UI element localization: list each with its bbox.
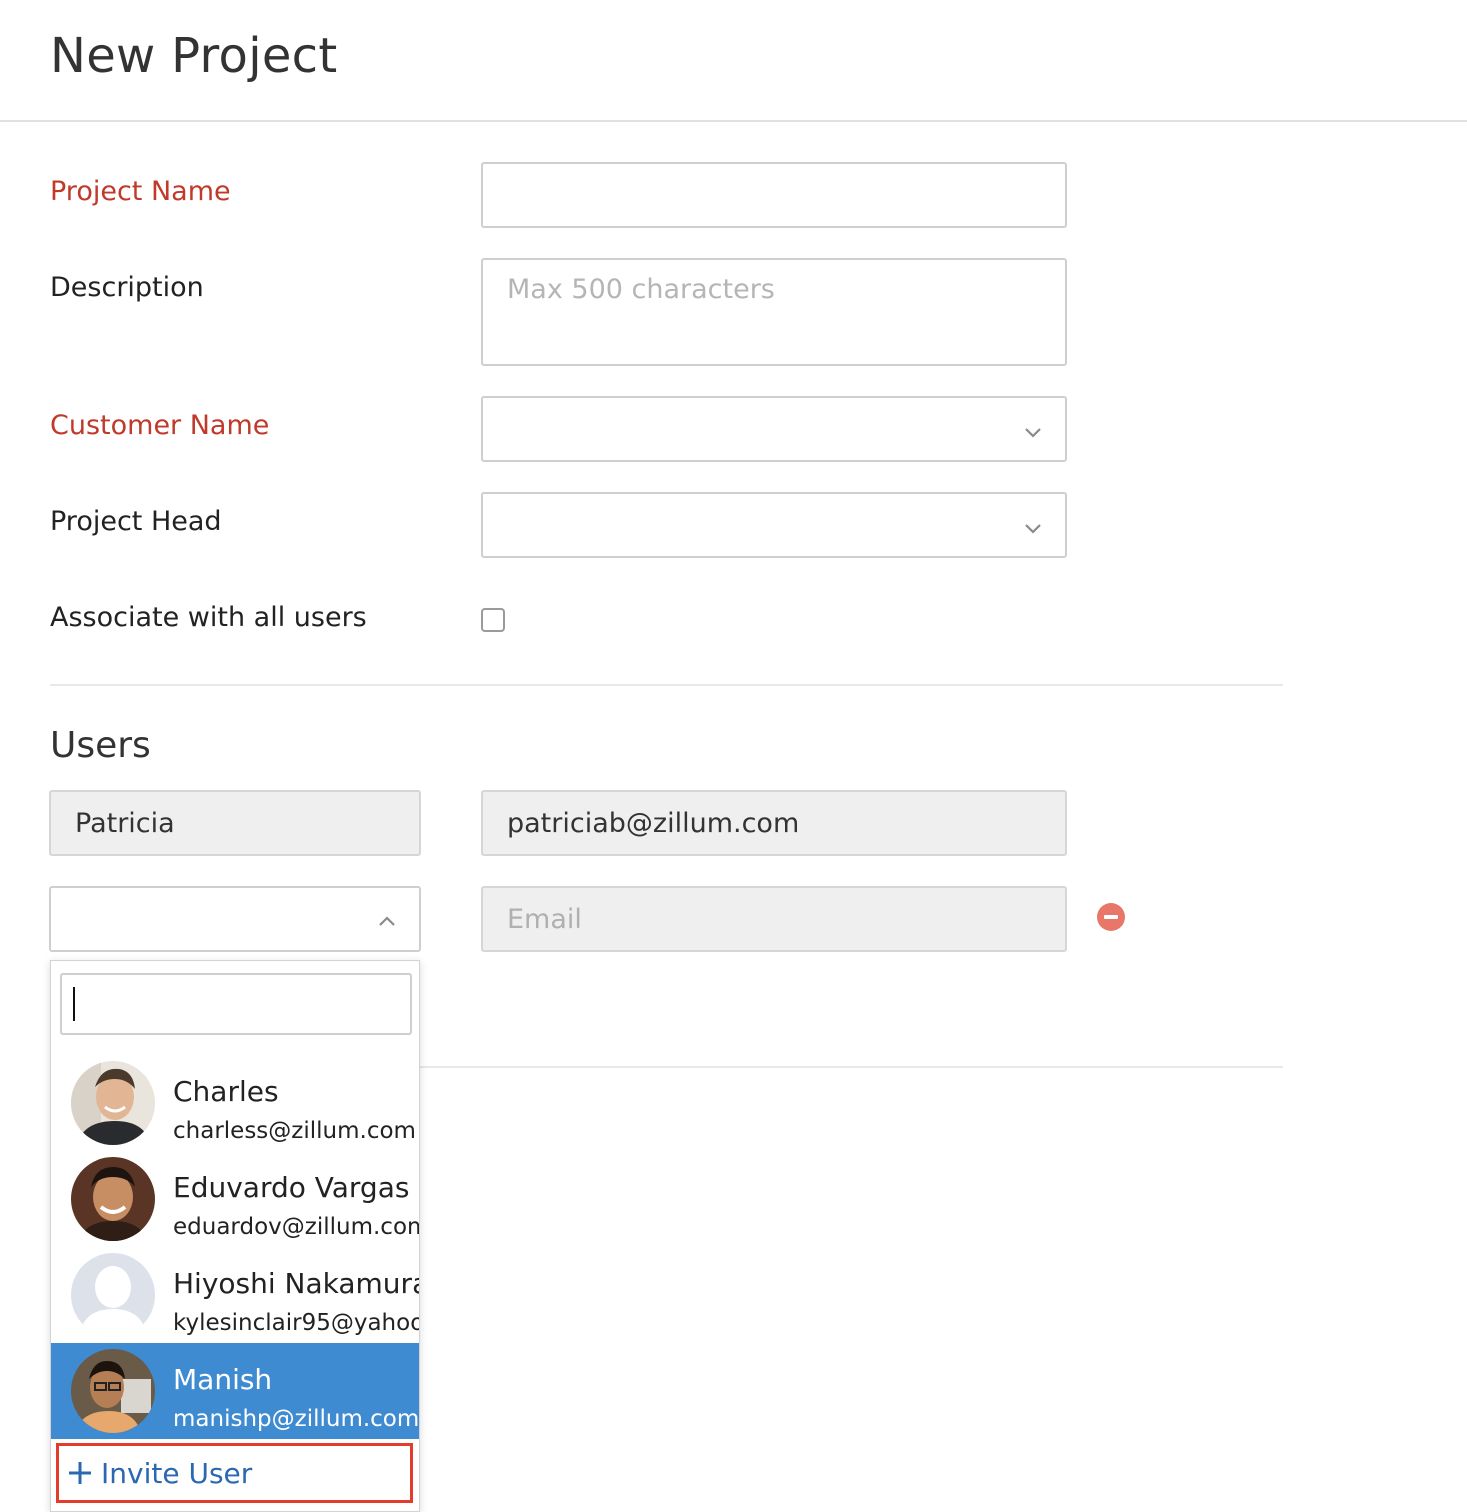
text-cursor (73, 987, 75, 1021)
user-avatar-icon (71, 1349, 155, 1433)
dropdown-item-eduvardo[interactable]: Eduvardo Vargas eduardov@zillum.com (51, 1151, 419, 1247)
dropdown-item-hiyoshi[interactable]: Hiyoshi Nakamura kylesinclair95@yahoo.co… (51, 1247, 419, 1343)
chevron-down-icon (1025, 428, 1041, 438)
section-divider (50, 684, 1283, 686)
project-head-label: Project Head (50, 506, 222, 537)
user-email-field: patriciab@zillum.com (481, 790, 1067, 856)
page-title: New Project (50, 28, 338, 84)
dropdown-item-email: manishp@zillum.com (173, 1406, 419, 1432)
description-field[interactable] (481, 258, 1067, 366)
chevron-down-icon (1025, 524, 1041, 534)
dropdown-item-name: Charles (173, 1075, 279, 1108)
user-dropdown: Charles charless@zillum.com Eduvardo Var… (50, 960, 420, 1512)
email-field[interactable]: Email (481, 886, 1067, 952)
project-name-input[interactable] (483, 164, 1065, 226)
default-avatar-icon (71, 1253, 155, 1337)
dropdown-item-email: charless@zillum.com (173, 1118, 416, 1144)
associate-all-label: Associate with all users (50, 602, 367, 633)
user-select[interactable] (49, 886, 421, 952)
chevron-up-icon (379, 916, 395, 926)
project-name-field[interactable] (481, 162, 1067, 228)
customer-name-select[interactable] (481, 396, 1067, 462)
user-avatar-icon (71, 1157, 155, 1241)
associate-all-checkbox[interactable] (481, 608, 505, 632)
users-section-title: Users (50, 725, 151, 766)
dropdown-item-name: Hiyoshi Nakamura (173, 1267, 419, 1300)
customer-name-label: Customer Name (50, 410, 270, 441)
user-name-field: Patricia (49, 790, 421, 856)
dropdown-item-name: Eduvardo Vargas (173, 1171, 410, 1204)
invite-user-label: Invite User (101, 1456, 253, 1490)
dropdown-item-email: eduardov@zillum.com (173, 1214, 419, 1240)
user-avatar-icon (71, 1061, 155, 1145)
dropdown-item-email: kylesinclair95@yahoo.com (173, 1310, 419, 1336)
project-name-label: Project Name (50, 176, 231, 207)
description-textarea[interactable] (483, 260, 1065, 364)
remove-user-button[interactable] (1097, 903, 1125, 931)
dropdown-item-manish[interactable]: Manish manishp@zillum.com (51, 1343, 419, 1439)
page-header: New Project (0, 0, 1467, 122)
invite-user-button[interactable]: Invite User (56, 1443, 413, 1503)
project-head-select[interactable] (481, 492, 1067, 558)
dropdown-item-name: Manish (173, 1363, 273, 1396)
dropdown-search-input[interactable] (60, 973, 412, 1035)
dropdown-item-charles[interactable]: Charles charless@zillum.com (51, 1055, 419, 1151)
description-label: Description (50, 272, 204, 303)
plus-icon (69, 1462, 91, 1484)
